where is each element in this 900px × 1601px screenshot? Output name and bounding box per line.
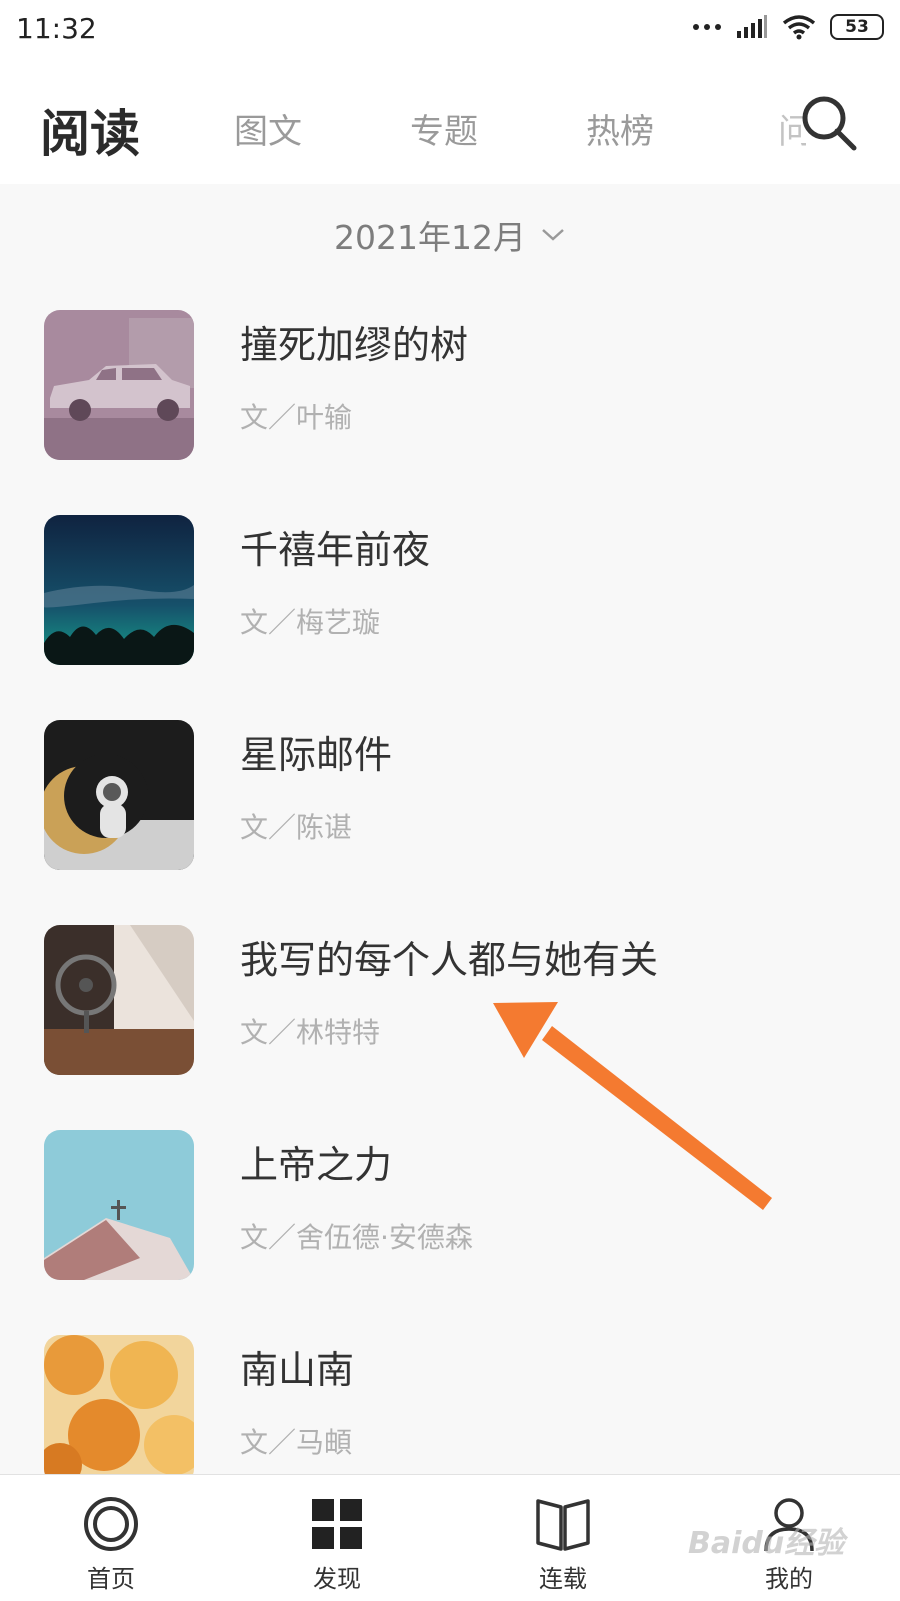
header: 阅读 图文 专题 热榜 问 <box>0 64 900 184</box>
article-item[interactable]: 撞死加缪的树 文／叶输 <box>0 310 900 515</box>
nav-home[interactable]: 首页 <box>56 1495 166 1594</box>
article-thumbnail-car <box>44 310 194 460</box>
article-author: 文／林特特 <box>240 1016 381 1049</box>
article-thumbnail-fan <box>44 925 194 1075</box>
nav-discover-label: 发现 <box>313 1565 361 1593</box>
status-icons: 53 <box>692 14 884 40</box>
tab-zhuanti[interactable]: 专题 <box>410 104 478 153</box>
wifi-icon <box>782 15 816 40</box>
article-item[interactable]: 我写的每个人都与她有关 文／林特特 <box>0 925 900 1130</box>
date-filter[interactable]: 2021年12月 <box>0 210 900 260</box>
nav-serial-label: 连载 <box>539 1565 587 1593</box>
article-author: 文／舍伍德·安德森 <box>240 1221 473 1254</box>
article-list: 撞死加缪的树 文／叶输 千禧年前夜 文／梅艺璇 星际邮件 文／陈谌 我写的每个人… <box>0 310 900 1540</box>
article-thumbnail-church <box>44 1130 194 1280</box>
status-time: 11:32 <box>16 12 97 45</box>
article-item[interactable]: 千禧年前夜 文／梅艺璇 <box>0 515 900 720</box>
tab-tuwen[interactable]: 图文 <box>234 104 302 153</box>
baidu-watermark: Baidu经验 <box>688 1526 845 1561</box>
battery-indicator: 53 <box>830 14 884 40</box>
article-author: 文／陈谌 <box>240 811 353 844</box>
article-title: 千禧年前夜 <box>240 528 431 572</box>
article-title: 上帝之力 <box>240 1143 393 1187</box>
article-title: 撞死加缪的树 <box>240 323 469 367</box>
article-item[interactable]: 上帝之力 文／舍伍德·安德森 <box>0 1130 900 1335</box>
article-author: 文／马頔 <box>240 1426 353 1459</box>
nav-home-label: 首页 <box>87 1565 135 1593</box>
article-thumbnail-astronaut <box>44 720 194 870</box>
book-icon <box>536 1499 590 1551</box>
nav-serial[interactable]: 连载 <box>508 1495 618 1594</box>
page-title: 阅读 <box>40 105 140 163</box>
tab-rebang[interactable]: 热榜 <box>586 104 654 153</box>
article-title: 南山南 <box>240 1348 355 1392</box>
article-item[interactable]: 星际邮件 文／陈谌 <box>0 720 900 925</box>
status-bar: 11:32 53 <box>0 0 900 64</box>
home-circle-icon <box>84 1497 138 1551</box>
chevron-down-icon <box>542 229 564 241</box>
article-title: 我写的每个人都与她有关 <box>240 938 659 982</box>
article-author: 文／叶输 <box>240 401 353 434</box>
search-icon[interactable] <box>800 94 860 154</box>
signal-icon <box>737 15 767 38</box>
article-thumbnail-autumn-leaves <box>44 1335 194 1485</box>
article-author: 文／梅艺璇 <box>240 606 381 639</box>
article-title: 星际邮件 <box>240 733 393 777</box>
nav-discover[interactable]: 发现 <box>282 1495 392 1594</box>
nav-mine-label: 我的 <box>765 1565 813 1593</box>
article-thumbnail-night-sky <box>44 515 194 665</box>
date-filter-label: 2021年12月 <box>334 218 526 257</box>
grid-icon <box>312 1499 362 1549</box>
more-dots-icon <box>693 24 721 30</box>
